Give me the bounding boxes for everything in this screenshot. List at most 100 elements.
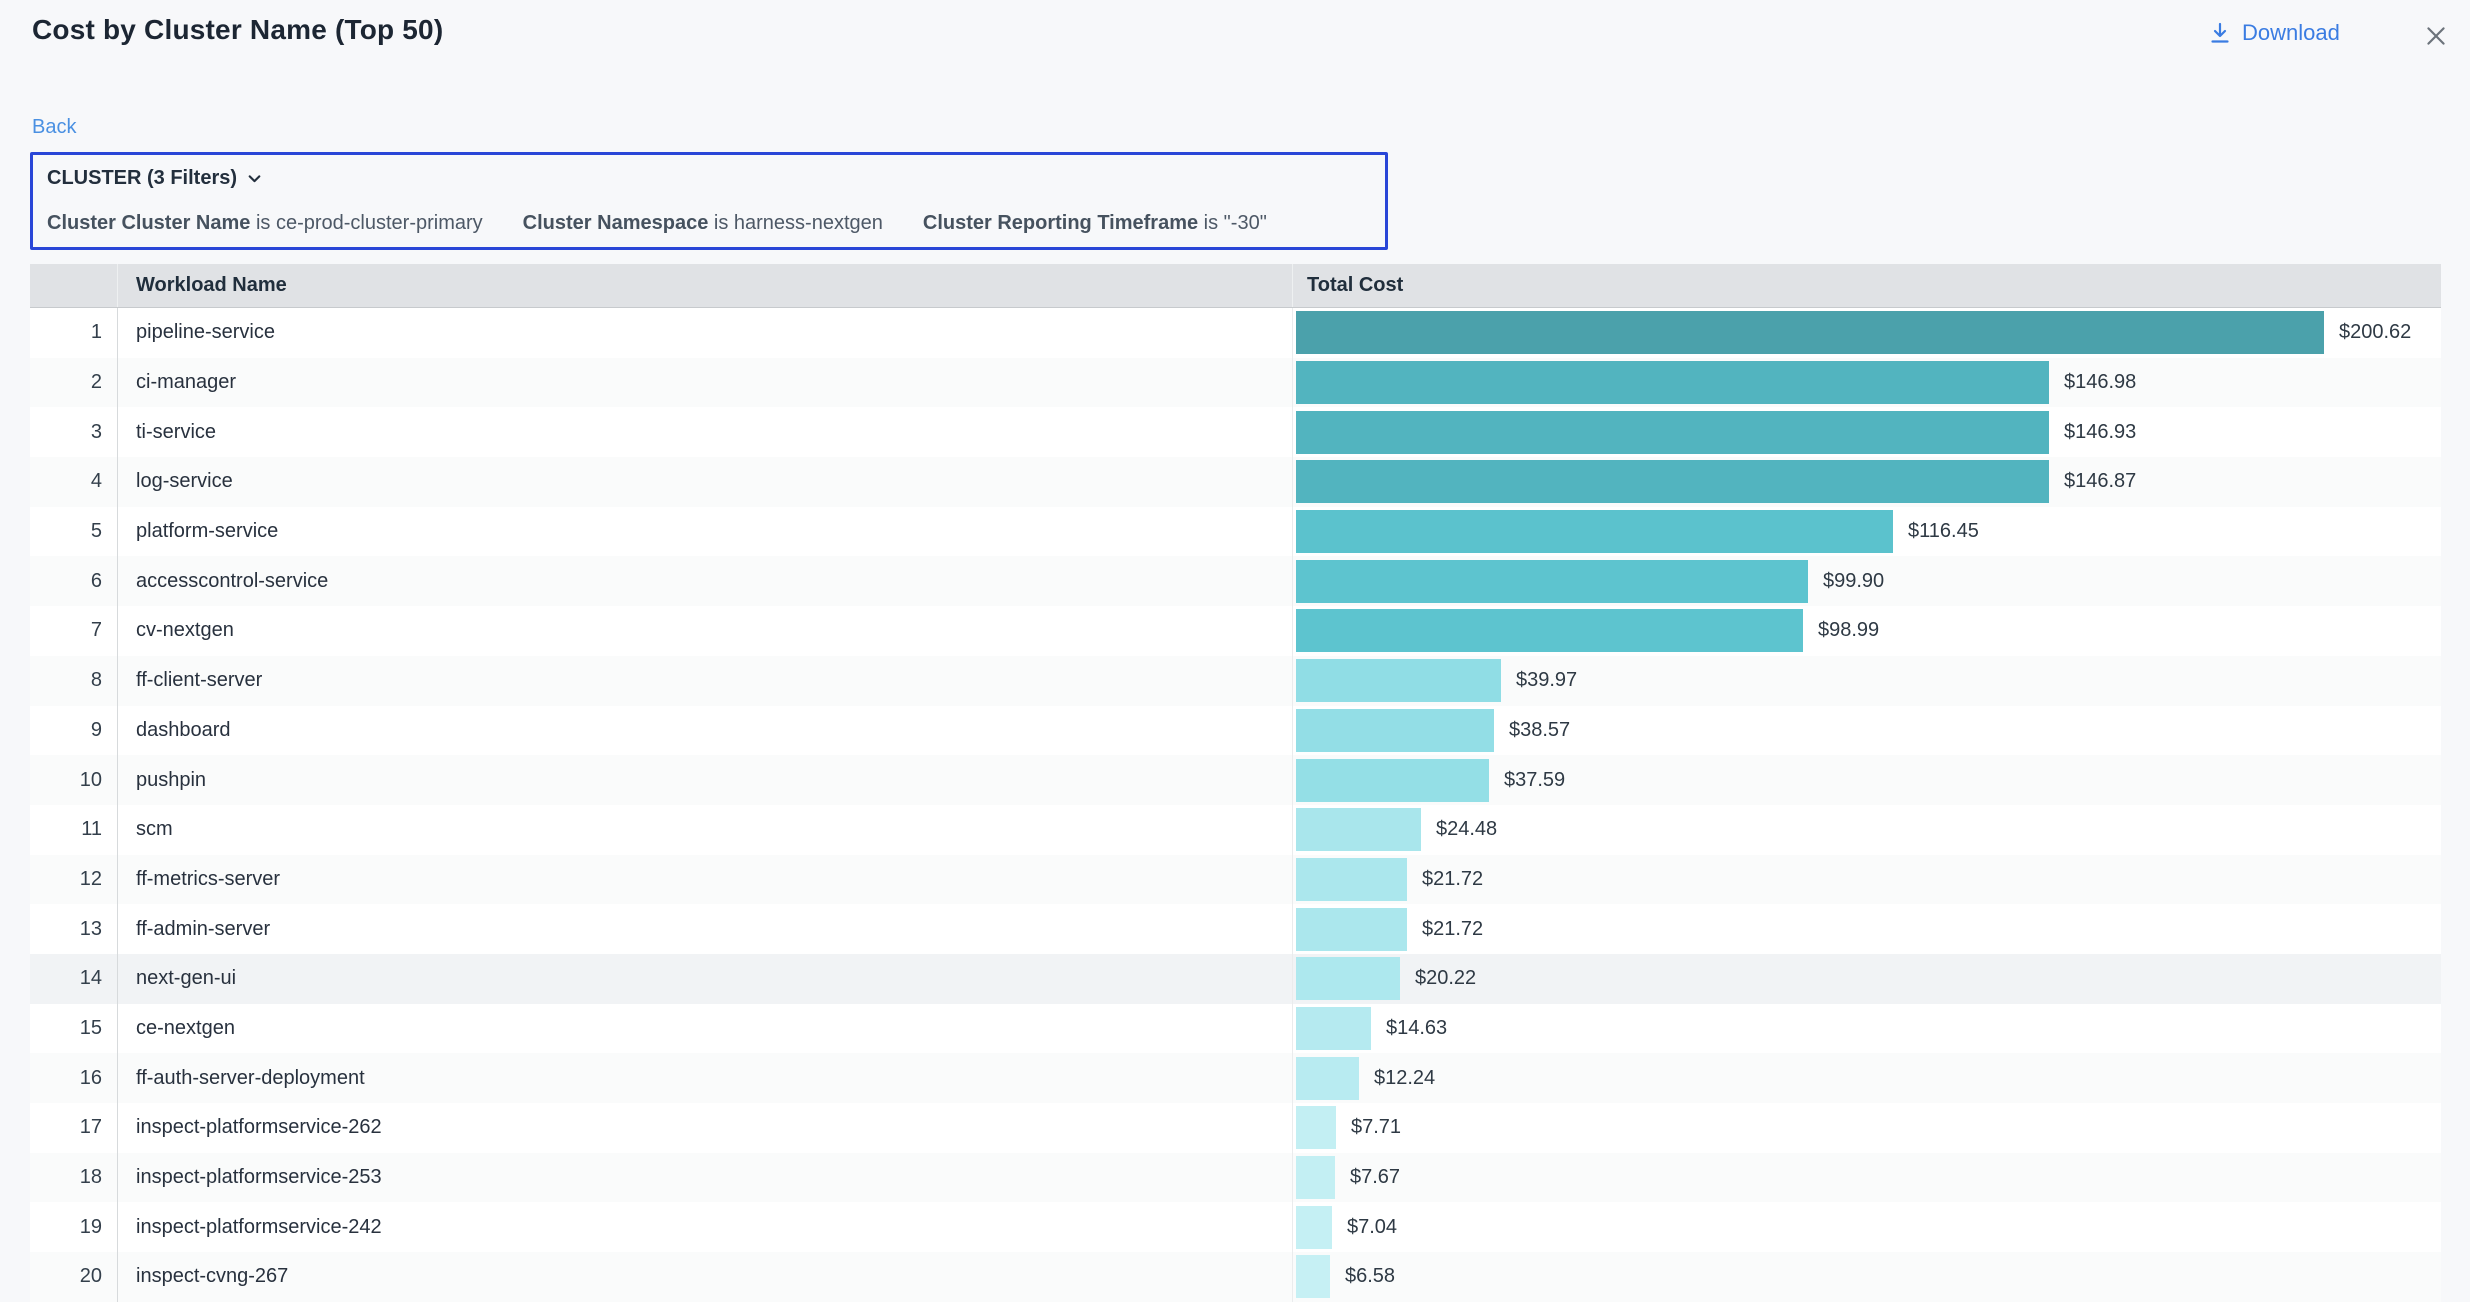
workload-name: ff-admin-server: [118, 904, 1293, 954]
header-total-cost[interactable]: Total Cost: [1293, 264, 2441, 307]
close-button[interactable]: [2420, 20, 2452, 52]
total-cost-cell: $7.71: [1293, 1103, 2441, 1153]
cost-bar: [1296, 759, 1489, 802]
cost-bar: [1296, 560, 1808, 603]
row-rank: 18: [30, 1153, 118, 1203]
workload-name: ce-nextgen: [118, 1004, 1293, 1054]
cost-value: $38.57: [1509, 719, 1570, 742]
workload-name: cv-nextgen: [118, 606, 1293, 656]
table-row[interactable]: 16 ff-auth-server-deployment $12.24: [30, 1053, 2441, 1103]
table-row[interactable]: 1 pipeline-service $200.62: [30, 308, 2441, 358]
table-row[interactable]: 5 platform-service $116.45: [30, 507, 2441, 557]
filter-summary: Cluster Cluster Name is ce-prod-cluster-…: [47, 212, 1371, 235]
cost-bar: [1296, 311, 2324, 354]
cost-bar: [1296, 1255, 1330, 1298]
workload-name: next-gen-ui: [118, 954, 1293, 1004]
workload-name: accesscontrol-service: [118, 556, 1293, 606]
header-workload-name[interactable]: Workload Name: [118, 264, 1293, 307]
table-body: 1 pipeline-service $200.62 2 ci-manager …: [30, 308, 2441, 1302]
cost-value: $6.58: [1345, 1265, 1395, 1288]
workload-name: ti-service: [118, 407, 1293, 457]
table-row[interactable]: 18 inspect-platformservice-253 $7.67: [30, 1153, 2441, 1203]
row-rank: 5: [30, 507, 118, 557]
table-row[interactable]: 6 accesscontrol-service $99.90: [30, 556, 2441, 606]
table-row[interactable]: 9 dashboard $38.57: [30, 706, 2441, 756]
download-button[interactable]: Download: [2208, 20, 2340, 46]
cost-bar: [1296, 709, 1494, 752]
cost-value: $7.71: [1351, 1116, 1401, 1139]
table-row[interactable]: 13 ff-admin-server $21.72: [30, 904, 2441, 954]
cost-breakdown-panel: Cost by Cluster Name (Top 50) Download B…: [0, 0, 2470, 1302]
total-cost-cell: $146.93: [1293, 407, 2441, 457]
total-cost-cell: $7.67: [1293, 1153, 2441, 1203]
cost-bar: [1296, 957, 1400, 1000]
download-label: Download: [2242, 20, 2340, 46]
table-row[interactable]: 15 ce-nextgen $14.63: [30, 1004, 2441, 1054]
table-row[interactable]: 3 ti-service $146.93: [30, 407, 2441, 457]
workload-name: log-service: [118, 457, 1293, 507]
table-row[interactable]: 8 ff-client-server $39.97: [30, 656, 2441, 706]
close-icon: [2423, 23, 2449, 49]
cost-bar: [1296, 1206, 1332, 1249]
total-cost-cell: $7.04: [1293, 1202, 2441, 1252]
table-row[interactable]: 20 inspect-cvng-267 $6.58: [30, 1252, 2441, 1302]
total-cost-cell: $21.72: [1293, 904, 2441, 954]
table-row[interactable]: 19 inspect-platformservice-242 $7.04: [30, 1202, 2441, 1252]
workload-name: ff-auth-server-deployment: [118, 1053, 1293, 1103]
row-rank: 13: [30, 904, 118, 954]
cost-bar: [1296, 609, 1803, 652]
row-rank: 17: [30, 1103, 118, 1153]
total-cost-cell: $98.99: [1293, 606, 2441, 656]
header-rank: [30, 264, 118, 307]
table-row[interactable]: 4 log-service $146.87: [30, 457, 2441, 507]
row-rank: 11: [30, 805, 118, 855]
cost-value: $146.93: [2064, 421, 2136, 444]
row-rank: 7: [30, 606, 118, 656]
cost-bar: [1296, 1106, 1336, 1149]
table-row[interactable]: 7 cv-nextgen $98.99: [30, 606, 2441, 656]
row-rank: 9: [30, 706, 118, 756]
total-cost-cell: $6.58: [1293, 1252, 2441, 1302]
table-row[interactable]: 14 next-gen-ui $20.22: [30, 954, 2441, 1004]
cost-value: $21.72: [1422, 868, 1483, 891]
table-row[interactable]: 12 ff-metrics-server $21.72: [30, 855, 2441, 905]
total-cost-cell: $21.72: [1293, 855, 2441, 905]
cost-bar: [1296, 1057, 1359, 1100]
table-header: Workload Name Total Cost: [30, 264, 2441, 308]
workload-name: scm: [118, 805, 1293, 855]
table-row[interactable]: 17 inspect-platformservice-262 $7.71: [30, 1103, 2441, 1153]
cost-value: $116.45: [1908, 520, 1979, 543]
workload-name: inspect-cvng-267: [118, 1252, 1293, 1302]
cost-bar: [1296, 808, 1421, 851]
cost-value: $24.48: [1436, 818, 1497, 841]
workload-name: inspect-platformservice-262: [118, 1103, 1293, 1153]
total-cost-cell: $146.87: [1293, 457, 2441, 507]
total-cost-cell: $14.63: [1293, 1004, 2441, 1054]
cost-value: $37.59: [1504, 769, 1565, 792]
table-row[interactable]: 2 ci-manager $146.98: [30, 358, 2441, 408]
workload-name: pushpin: [118, 755, 1293, 805]
cost-table: Workload Name Total Cost 1 pipeline-serv…: [30, 264, 2441, 1302]
total-cost-cell: $116.45: [1293, 507, 2441, 557]
back-link[interactable]: Back: [32, 116, 76, 139]
filter-group-label: CLUSTER (3 Filters): [47, 167, 237, 190]
filter-group-toggle[interactable]: CLUSTER (3 Filters): [47, 167, 263, 190]
workload-name: platform-service: [118, 507, 1293, 557]
cost-bar: [1296, 411, 2049, 454]
row-rank: 12: [30, 855, 118, 905]
row-rank: 2: [30, 358, 118, 408]
workload-name: dashboard: [118, 706, 1293, 756]
table-row[interactable]: 11 scm $24.48: [30, 805, 2441, 855]
row-rank: 10: [30, 755, 118, 805]
row-rank: 15: [30, 1004, 118, 1054]
row-rank: 19: [30, 1202, 118, 1252]
total-cost-cell: $12.24: [1293, 1053, 2441, 1103]
row-rank: 4: [30, 457, 118, 507]
table-row[interactable]: 10 pushpin $37.59: [30, 755, 2441, 805]
cost-value: $146.87: [2064, 470, 2136, 493]
row-rank: 20: [30, 1252, 118, 1302]
total-cost-cell: $146.98: [1293, 358, 2441, 408]
total-cost-cell: $200.62: [1293, 308, 2441, 358]
row-rank: 14: [30, 954, 118, 1004]
cost-bar: [1296, 1156, 1335, 1199]
